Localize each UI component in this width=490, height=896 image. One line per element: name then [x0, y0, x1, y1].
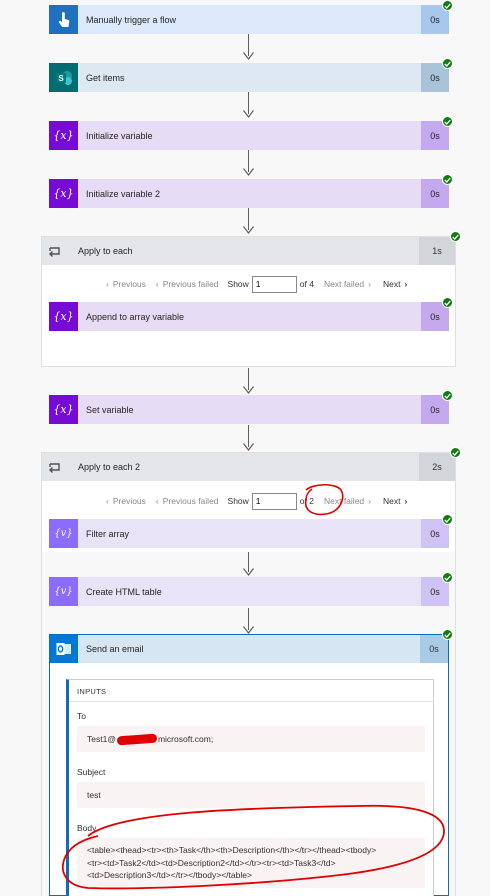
show-label: Show [227, 279, 249, 289]
arrow-down-icon [243, 110, 254, 118]
previous-link[interactable]: Previous [113, 279, 146, 289]
chevron-right-icon: › [404, 496, 408, 506]
step-set-variable[interactable]: {x} Set variable 0s [49, 395, 449, 424]
data-operation-icon: {v} [49, 519, 78, 548]
outlook-icon [50, 635, 78, 663]
chevron-right-icon: › [368, 496, 371, 506]
success-check-icon [442, 58, 453, 69]
chevron-right-icon: › [404, 279, 408, 289]
success-check-icon [442, 174, 453, 185]
arrow-down-icon [243, 226, 254, 234]
step-title: Append to array variable [86, 311, 185, 322]
variable-icon: {x} [49, 395, 78, 424]
variable-icon: {x} [49, 179, 78, 208]
to-suffix: microsoft.com; [157, 734, 214, 744]
divider [69, 701, 434, 702]
scope-title: Apply to each [78, 246, 133, 256]
step-create-html-table[interactable]: {v} Create HTML table 0s [49, 577, 449, 606]
success-check-icon [442, 297, 453, 308]
chevron-left-icon: ‹ [106, 496, 109, 506]
next-link[interactable]: Next [383, 496, 400, 506]
success-check-icon [442, 629, 453, 640]
step-title: Initialize variable [86, 130, 153, 141]
success-check-icon [442, 116, 453, 127]
success-check-icon [450, 447, 461, 458]
scope-title: Apply to each 2 [78, 462, 141, 472]
variable-icon: {x} [49, 121, 78, 150]
chevron-left-icon: ‹ [155, 279, 159, 289]
previous-failed-link[interactable]: Previous failed [163, 279, 219, 289]
arrow-down-icon [243, 386, 254, 394]
next-failed-link[interactable]: Next failed [324, 279, 364, 289]
chevron-left-icon: ‹ [155, 496, 159, 506]
step-title: Get items [86, 72, 125, 83]
annotation-loop [62, 804, 445, 890]
inputs-heading: INPUTS [77, 687, 107, 696]
arrow-down-icon [243, 443, 254, 451]
step-filter-array[interactable]: {v} Filter array 0s [49, 519, 449, 548]
scope-duration: 1s [419, 237, 455, 265]
annotation-circle [304, 483, 344, 516]
iteration-input[interactable] [251, 275, 297, 293]
next-link[interactable]: Next [383, 279, 400, 289]
scope-border [41, 552, 42, 896]
to-prefix: Test1@ [87, 734, 116, 744]
step-initialize-variable[interactable]: {x} Initialize variable 0s [49, 121, 449, 150]
sharepoint-icon: S [49, 63, 78, 92]
step-get-items[interactable]: S Get items 0s [49, 63, 449, 92]
scope-header[interactable]: Apply to each 2 2s [42, 453, 455, 481]
loop-icon [42, 453, 68, 481]
variable-icon: {x} [49, 302, 78, 331]
show-label: Show [227, 496, 249, 506]
pager: ‹ Previous ‹ Previous failed Show of 4 N… [106, 275, 407, 293]
pager: ‹ Previous ‹ Previous failed Show of 2 N… [106, 492, 407, 510]
step-title: Manually trigger a flow [86, 14, 177, 25]
email-header[interactable]: Send an email 0s [50, 635, 448, 663]
previous-link[interactable]: Previous [113, 496, 146, 506]
step-title: Filter array [86, 528, 130, 539]
loop-icon [42, 237, 68, 265]
arrow-down-icon [243, 52, 254, 60]
scope-header[interactable]: Apply to each 1s [42, 237, 455, 265]
scope-border [455, 552, 456, 896]
success-check-icon [450, 231, 461, 242]
step-append-to-array-variable[interactable]: {x} Append to array variable 0s [49, 302, 449, 331]
data-operation-icon: {v} [49, 577, 78, 606]
success-check-icon [442, 514, 453, 525]
scope-duration: 2s [419, 453, 455, 481]
arrow-down-icon [243, 568, 254, 576]
to-value: Test1@ microsoft.com; [77, 726, 425, 752]
svg-text:S: S [58, 74, 64, 83]
chevron-left-icon: ‹ [106, 279, 109, 289]
subject-label: Subject [77, 767, 106, 777]
previous-failed-link[interactable]: Previous failed [163, 496, 219, 506]
to-label: To [77, 711, 86, 721]
arrow-down-icon [243, 168, 254, 176]
step-title: Initialize variable 2 [86, 188, 161, 199]
step-title: Create HTML table [86, 586, 162, 597]
step-manually-trigger[interactable]: Manually trigger a flow 0s [49, 5, 449, 34]
iteration-count: of 4 [299, 279, 314, 289]
step-title: Send an email [86, 644, 144, 654]
redaction-scribble [116, 733, 158, 745]
success-check-icon [442, 0, 453, 11]
chevron-right-icon: › [368, 279, 371, 289]
step-initialize-variable-2[interactable]: {x} Initialize variable 2 0s [49, 179, 449, 208]
iteration-input[interactable] [251, 492, 297, 510]
success-check-icon [442, 390, 453, 401]
arrow-down-icon [243, 626, 254, 634]
success-check-icon [442, 572, 453, 583]
hand-tap-icon [49, 5, 78, 34]
step-title: Set variable [86, 404, 134, 415]
